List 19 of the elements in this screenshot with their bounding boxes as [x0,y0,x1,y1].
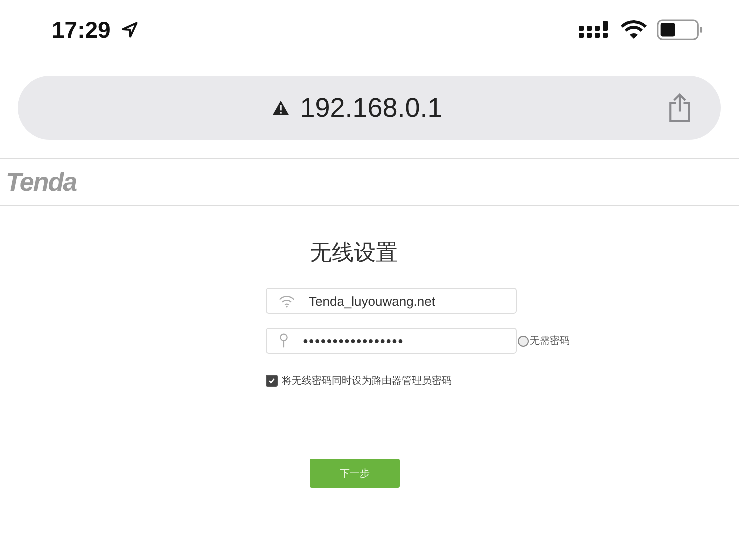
checkmark-icon [268,377,276,385]
password-field[interactable]: ●●●●●●●●●●●●●●●●● [266,328,517,354]
checkbox-label: 将无线密码同时设为路由器管理员密码 [282,374,452,388]
url-text: 192.168.0.1 [300,92,443,124]
key-icon [279,333,289,349]
signal-icon [579,20,611,40]
wifi-icon [621,20,647,40]
checkbox[interactable] [266,375,278,387]
battery-icon [657,19,703,41]
location-arrow-icon [120,21,139,39]
tenda-logo: Tenda [6,166,77,198]
share-icon[interactable] [667,93,694,123]
wifi-icon [279,294,295,308]
status-time: 17:29 [52,16,111,44]
page-title: 无线设置 [310,240,398,268]
warning-icon [272,100,290,116]
address-bar[interactable]: 192.168.0.1 [18,76,721,140]
wifi-name-field[interactable]: Tenda_luyouwang.net [266,288,517,314]
no-password-checkbox[interactable]: 无需密码 [518,334,570,348]
